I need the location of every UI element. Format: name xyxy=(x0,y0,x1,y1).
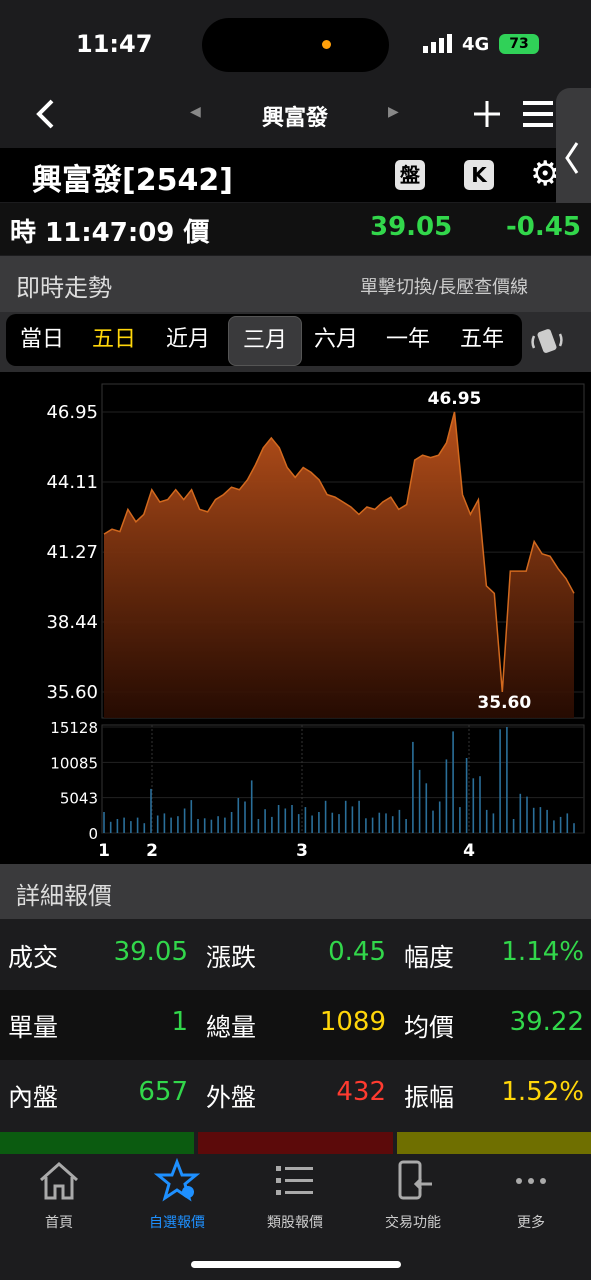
detail-label: 均價 xyxy=(404,1013,455,1042)
detail-value: 0.45 xyxy=(328,937,386,967)
tab-more-dots[interactable]: 更多 xyxy=(472,1158,590,1232)
period-tab[interactable]: 三月 xyxy=(228,316,302,366)
triangle-left-icon[interactable]: ◀ xyxy=(190,104,201,120)
detail-label: 幅度 xyxy=(404,943,455,972)
stock-title: 興富發[2542] xyxy=(32,163,233,198)
y-tick-label: 0 xyxy=(88,825,98,843)
detail-value: 1 xyxy=(171,1007,188,1037)
period-tab[interactable]: 六月 xyxy=(300,314,372,366)
tab-label: 更多 xyxy=(517,1215,545,1231)
y-tick-label: 15128 xyxy=(50,719,98,737)
home-indicator xyxy=(191,1261,401,1268)
plus-icon[interactable] xyxy=(472,99,502,129)
x-tick-label: 4 xyxy=(463,841,475,861)
period-tab[interactable]: 近月 xyxy=(152,314,224,366)
volume-plot-frame xyxy=(101,724,585,834)
detail-label: 漲跌 xyxy=(206,943,257,972)
detail-value: 1.52% xyxy=(501,1077,584,1107)
privacy-indicator-dot xyxy=(322,40,331,49)
more-dots-icon xyxy=(472,1158,590,1208)
quote-change: -0.45 xyxy=(506,212,581,242)
tab-label: 自選報價 xyxy=(149,1215,205,1231)
detail-label: 單量 xyxy=(8,1013,59,1042)
detail-title: 詳細報價 xyxy=(16,882,112,910)
y-tick-label: 38.44 xyxy=(46,612,98,633)
y-tick-label: 41.27 xyxy=(46,542,98,563)
y-tick-label: 35.60 xyxy=(46,682,98,703)
period-tab[interactable]: 當日 xyxy=(6,314,78,366)
detail-label: 外盤 xyxy=(206,1083,257,1112)
list-icon xyxy=(236,1158,354,1208)
x-tick-label: 1 xyxy=(98,841,110,861)
y-tick-label: 10085 xyxy=(50,754,98,772)
tab-home[interactable]: 首頁 xyxy=(0,1158,118,1232)
x-tick-label: 2 xyxy=(146,841,158,861)
hamburger-icon[interactable] xyxy=(523,100,553,128)
phone-trade-icon xyxy=(354,1158,472,1208)
star-icon xyxy=(118,1157,236,1208)
side-chevron-icon[interactable] xyxy=(564,140,580,176)
period-tab[interactable]: 一年 xyxy=(372,314,444,366)
period-tab[interactable]: 五年 xyxy=(446,314,518,366)
detail-value: 432 xyxy=(336,1077,386,1107)
detail-label: 振幅 xyxy=(404,1083,455,1112)
tab-list[interactable]: 類股報價 xyxy=(236,1158,354,1232)
status-strip xyxy=(198,1132,393,1154)
detail-label: 成交 xyxy=(8,943,59,972)
detail-value: 39.22 xyxy=(509,1007,584,1037)
y-tick-label: 5043 xyxy=(60,790,98,808)
detail-value: 1089 xyxy=(319,1007,386,1037)
tab-star[interactable]: 自選報價 xyxy=(118,1157,236,1232)
detail-value: 657 xyxy=(138,1077,188,1107)
tab-label: 交易功能 xyxy=(385,1215,441,1231)
high-label: 46.95 xyxy=(428,389,482,409)
status-strip xyxy=(0,1132,194,1154)
detail-label: 總量 xyxy=(206,1013,257,1042)
quote-time: 時 11:47:09 價 xyxy=(10,218,210,248)
detail-value: 1.14% xyxy=(501,937,584,967)
battery-icon: 73 xyxy=(499,34,539,54)
order-book-button[interactable]: 盤 xyxy=(395,160,425,190)
rotate-icon[interactable] xyxy=(530,326,564,356)
trend-chart[interactable]: 46.95 44.11 41.27 38.44 35.60 46.95 35.60 1512… xyxy=(0,372,591,864)
tab-phone-trade[interactable]: 交易功能 xyxy=(354,1158,472,1232)
trend-title: 即時走勢 xyxy=(16,274,112,302)
low-label: 35.60 xyxy=(477,693,531,713)
signal-icon xyxy=(423,34,452,53)
trend-hint: 單擊切換/長壓查價線 xyxy=(360,277,529,298)
battery-level: 73 xyxy=(509,36,529,52)
network-type: 4G xyxy=(462,34,490,55)
triangle-right-icon[interactable]: ▶ xyxy=(388,104,399,120)
detail-value: 39.05 xyxy=(113,937,188,967)
tab-label: 首頁 xyxy=(45,1215,73,1231)
home-icon xyxy=(0,1158,118,1208)
detail-label: 內盤 xyxy=(8,1083,59,1112)
tab-label: 類股報價 xyxy=(267,1215,323,1231)
quote-price: 39.05 xyxy=(370,212,453,242)
period-tab[interactable]: 五日 xyxy=(78,314,150,366)
y-tick-label: 46.95 xyxy=(46,402,98,423)
status-time: 11:47 xyxy=(76,30,153,58)
x-tick-label: 3 xyxy=(296,841,308,861)
nav-title: 興富發 xyxy=(261,106,328,131)
k-line-button[interactable]: K xyxy=(464,160,494,190)
status-strip xyxy=(397,1132,591,1154)
chevron-left-icon[interactable] xyxy=(34,98,56,130)
y-tick-label: 44.11 xyxy=(46,472,98,493)
dynamic-island xyxy=(202,18,389,72)
